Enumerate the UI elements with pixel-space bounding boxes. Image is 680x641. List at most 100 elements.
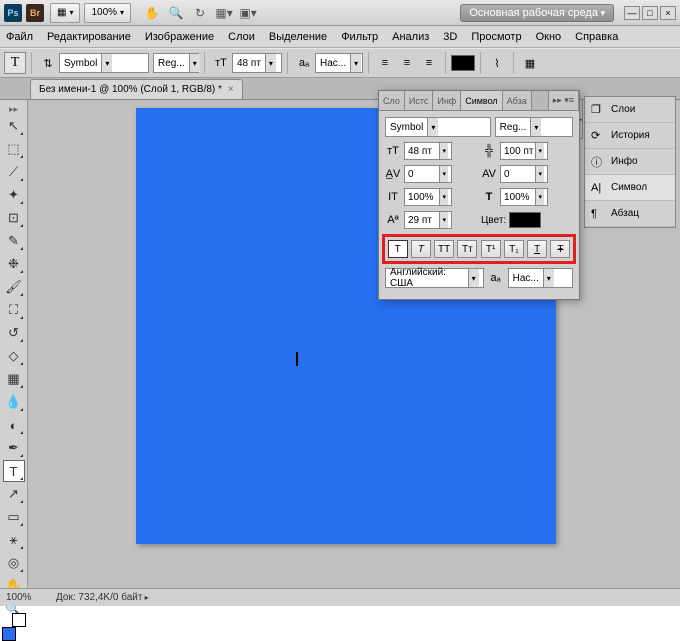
menu-edit[interactable]: Редактирование [47, 31, 131, 43]
minimize-button[interactable]: — [624, 6, 640, 20]
panel-baseline[interactable]: 29 пт [404, 211, 452, 229]
view-extras-dropdown[interactable]: ▦ [50, 3, 80, 23]
style-all-caps-button[interactable]: TT [434, 240, 454, 258]
tool-crop[interactable]: ⊡ [3, 207, 25, 229]
text-orientation-toggle[interactable]: ⇅ [37, 53, 59, 73]
menu-view[interactable]: Просмотр [471, 31, 521, 43]
status-zoom[interactable]: 100% [6, 592, 56, 603]
panel-label: История [611, 130, 650, 141]
panel-shortcut-Слои[interactable]: ❐Слои [585, 97, 675, 123]
tool-eraser[interactable]: ◇ [3, 345, 25, 367]
align-left-button[interactable]: ≡ [374, 53, 396, 73]
tool-brush[interactable]: 🖌 [3, 276, 25, 298]
close-button[interactable]: × [660, 6, 676, 20]
antialiasing-select[interactable]: Нас... [315, 53, 363, 73]
tool-pen[interactable]: ✒ [3, 437, 25, 459]
align-center-button[interactable]: ≡ [396, 53, 418, 73]
tool-move[interactable]: ↖ [3, 115, 25, 137]
rotate-view-icon[interactable]: ↻ [189, 3, 211, 23]
maximize-button[interactable]: □ [642, 6, 658, 20]
tool-eyedropper[interactable]: ✎ [3, 230, 25, 252]
style-subscript-button[interactable]: T₁ [504, 240, 524, 258]
panel-shortcut-Символ[interactable]: A|Символ [585, 175, 675, 201]
hand-tool-icon[interactable]: ✋ [141, 3, 163, 23]
panel-font-family[interactable]: Symbol [385, 117, 491, 137]
style-small-caps-button[interactable]: Tт [457, 240, 477, 258]
font-family-select[interactable]: Symbol [59, 53, 149, 73]
tool-blur[interactable]: 💧 [3, 391, 25, 413]
panel-tab-layers[interactable]: Сло [379, 91, 405, 110]
menu-help[interactable]: Справка [575, 31, 618, 43]
panel-tracking[interactable]: 0 [500, 165, 548, 183]
tool-wand[interactable]: ✦ [3, 184, 25, 206]
panel-label: Символ [611, 182, 647, 193]
panel-tab-info[interactable]: Инф [433, 91, 461, 110]
tool-gradient[interactable]: ▦ [3, 368, 25, 390]
close-tab-icon[interactable]: × [228, 84, 234, 95]
character-panel-toggle[interactable]: ▦ [519, 53, 541, 73]
menu-analysis[interactable]: Анализ [392, 31, 429, 43]
tool-shape[interactable]: ▭ [3, 506, 25, 528]
panel-language[interactable]: Английский: США [385, 268, 484, 288]
panel-tab-history[interactable]: Истс [405, 91, 434, 110]
panel-tab-paragraph[interactable]: Абза [503, 91, 532, 110]
background-color-swatch[interactable] [12, 613, 26, 627]
tool-type[interactable]: T [3, 460, 25, 482]
tool-history-brush[interactable]: ↺ [3, 322, 25, 344]
menu-filter[interactable]: Фильтр [341, 31, 378, 43]
style-faux-italic-button[interactable]: T [411, 240, 431, 258]
canvas-area[interactable] [28, 100, 680, 588]
menu-layer[interactable]: Слои [228, 31, 255, 43]
panel-menu-icon[interactable]: ▸▸ ▾≡ [548, 91, 579, 110]
panel-font-style[interactable]: Reg... [495, 117, 573, 137]
workspace-selector[interactable]: Основная рабочая среда [460, 4, 614, 22]
zoom-level-dropdown[interactable]: 100% [84, 3, 131, 23]
panel-vscale[interactable]: 100% [404, 188, 452, 206]
document-tab-title: Без имени-1 @ 100% (Слой 1, RGB/8) * [39, 84, 222, 95]
tool-camera[interactable]: ◎ [3, 552, 25, 574]
status-doc-info[interactable]: Док: 732,4K/0 байт [56, 592, 149, 603]
menu-file[interactable]: Файл [6, 31, 33, 43]
bridge-icon[interactable]: Br [26, 4, 44, 22]
warp-text-button[interactable]: ⌇ [486, 53, 508, 73]
panel-leading[interactable]: 100 пт [500, 142, 548, 160]
panel-tab-character[interactable]: Символ [461, 91, 502, 110]
panel-aa-icon: aₐ [488, 272, 504, 284]
align-right-button[interactable]: ≡ [418, 53, 440, 73]
zoom-tool-icon[interactable]: 🔍 [165, 3, 187, 23]
panel-color-swatch[interactable] [509, 212, 541, 228]
panel-hscale[interactable]: 100% [500, 188, 548, 206]
panel-icon: ¶ [591, 208, 605, 220]
tool-dodge[interactable]: ◐ [3, 414, 25, 436]
font-style-select[interactable]: Reg... [153, 53, 199, 73]
tool-marquee[interactable]: ⬚ [3, 138, 25, 160]
panel-shortcut-Абзац[interactable]: ¶Абзац [585, 201, 675, 227]
active-tool-indicator[interactable]: T [4, 52, 26, 74]
panel-font-size[interactable]: 48 пт [404, 142, 452, 160]
style-underline-button[interactable]: T [527, 240, 547, 258]
style-strikethrough-button[interactable]: Ŧ [550, 240, 570, 258]
tool-heal[interactable]: ❉ [3, 253, 25, 275]
tool-lasso[interactable]: ⟋ [3, 161, 25, 183]
style-superscript-button[interactable]: T¹ [481, 240, 501, 258]
toolbox: ▸▸ ↖⬚⟋✦⊡✎❉🖌⛶↺◇▦💧◐✒T↗▭⚹◎✋🔍 [0, 100, 28, 588]
menu-image[interactable]: Изображение [145, 31, 214, 43]
menu-3d[interactable]: 3D [443, 31, 457, 43]
toolbox-collapse-icon[interactable]: ▸▸ [9, 104, 18, 115]
tool-path-sel[interactable]: ↗ [3, 483, 25, 505]
text-color-swatch[interactable] [451, 55, 475, 71]
style-faux-bold-button[interactable]: T [388, 240, 408, 258]
foreground-color-swatch[interactable] [2, 627, 16, 641]
menu-window[interactable]: Окно [536, 31, 562, 43]
tool-3d[interactable]: ⚹ [3, 529, 25, 551]
font-size-select[interactable]: 48 пт [232, 53, 282, 73]
menu-select[interactable]: Выделение [269, 31, 327, 43]
panel-antialiasing[interactable]: Нас... [508, 268, 573, 288]
panel-shortcut-Инфо[interactable]: ⓘИнфо [585, 149, 675, 175]
panel-kerning[interactable]: 0 [404, 165, 452, 183]
document-tab[interactable]: Без имени-1 @ 100% (Слой 1, RGB/8) * × [30, 79, 243, 99]
panel-shortcut-История[interactable]: ⟳История [585, 123, 675, 149]
tool-stamp[interactable]: ⛶ [3, 299, 25, 321]
arrange-docs-icon[interactable]: ▦▾ [213, 3, 235, 23]
screen-mode-icon[interactable]: ▣▾ [237, 3, 259, 23]
